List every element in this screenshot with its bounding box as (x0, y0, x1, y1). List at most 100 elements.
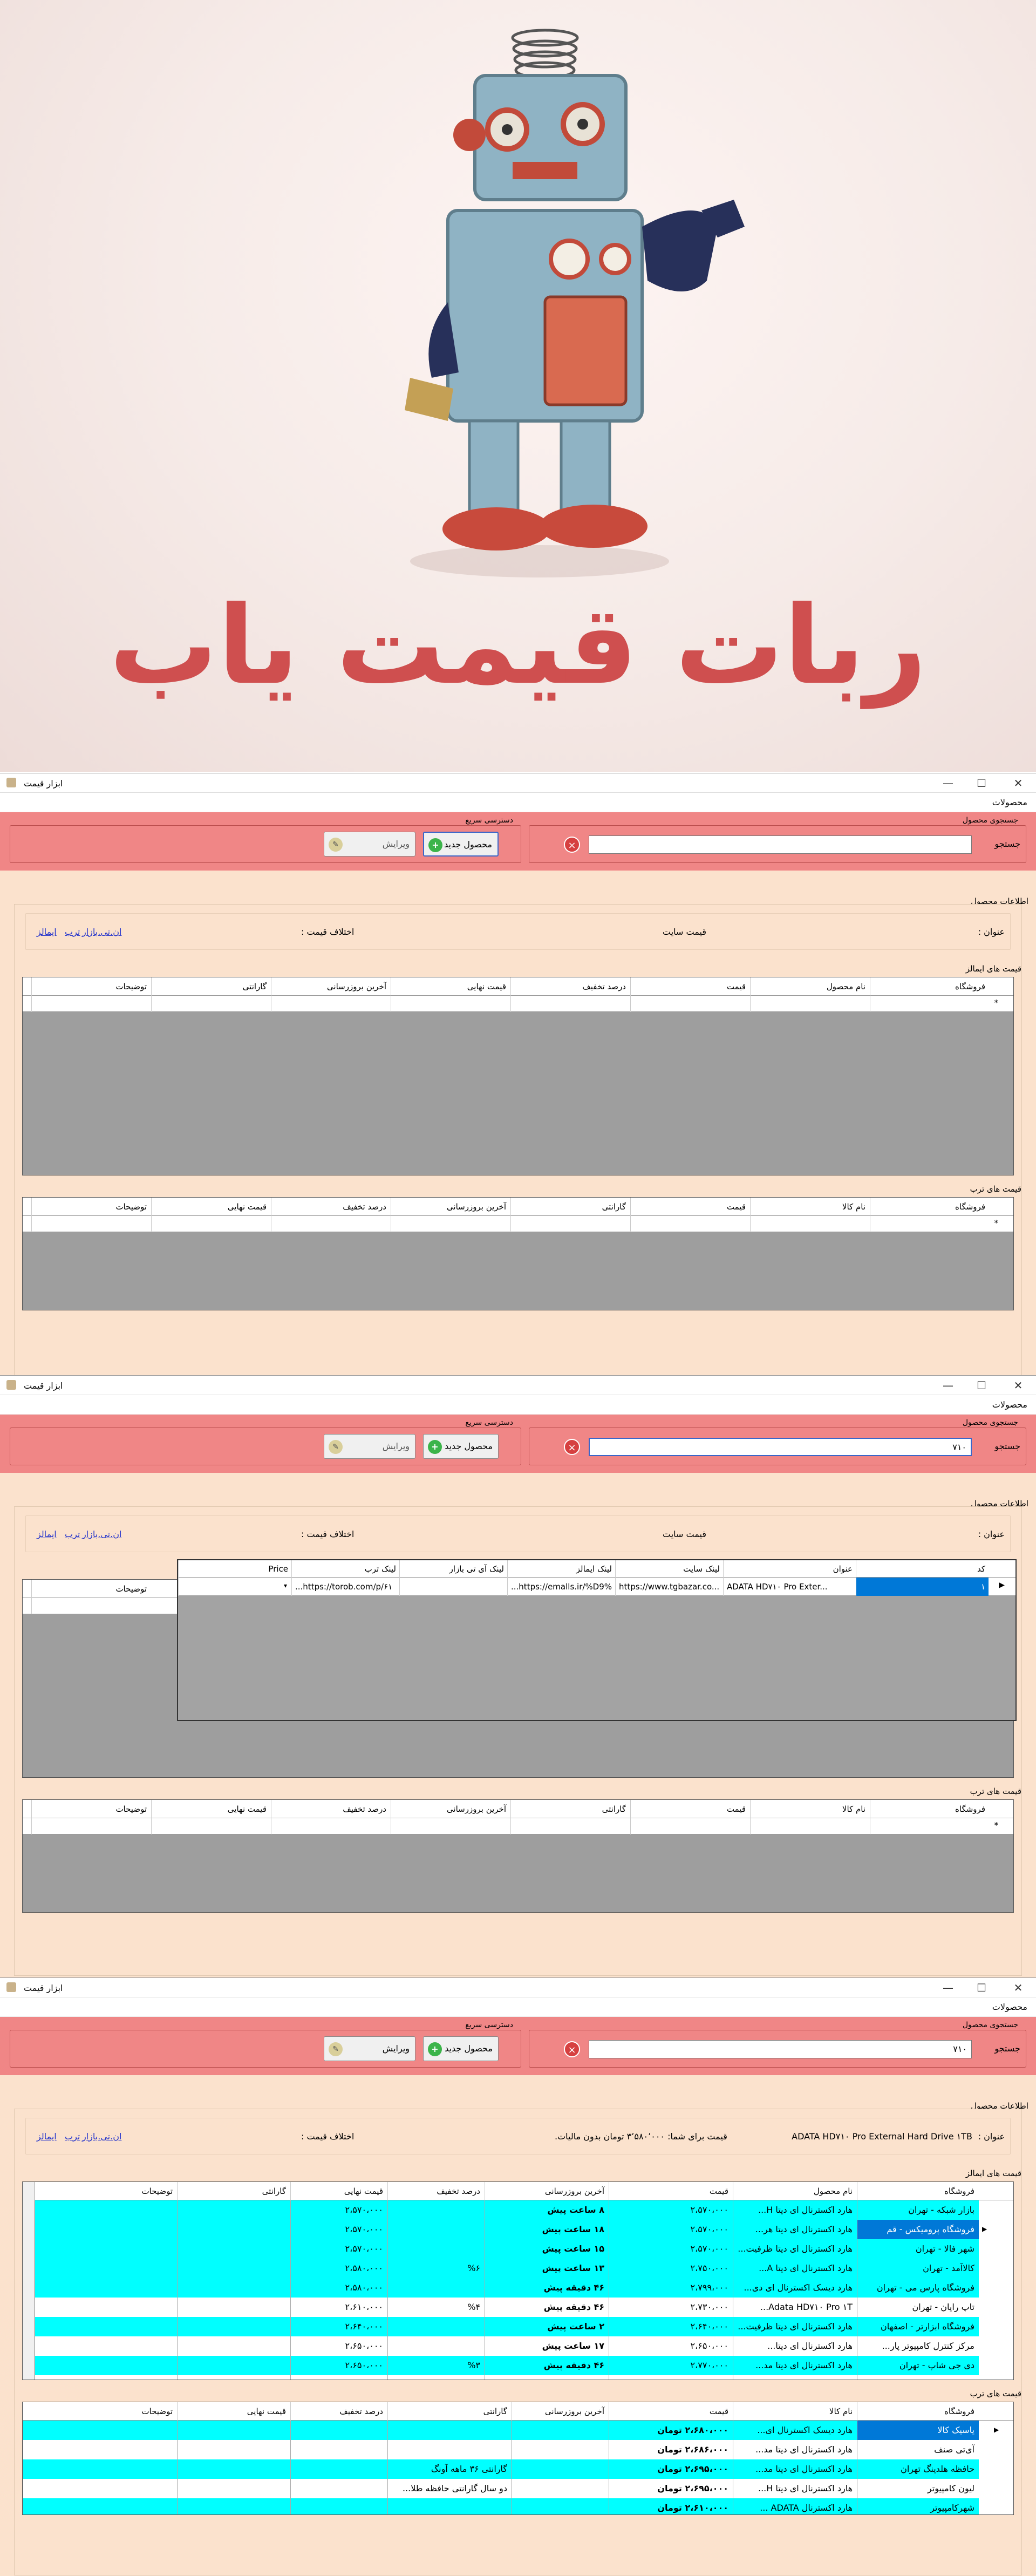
table-cell[interactable]: ۲،۶۴۰،۰۰۰ (609, 2317, 733, 2336)
link-emalls[interactable]: ایمالز (37, 2131, 57, 2142)
table-cell[interactable] (35, 2200, 177, 2220)
popup-row[interactable]: ▶ ۱ ADATA HD۷۱۰ Pro Exter... https://www… (178, 1578, 1015, 1596)
table-cell[interactable] (387, 2440, 512, 2459)
table-row[interactable]: تاپ رایان - تهران Adata HD۷۱۰ Pro ۱T... ۲،… (35, 2298, 993, 2317)
col-store[interactable]: فروشگاه (870, 1198, 990, 1216)
table-cell[interactable] (512, 2479, 609, 2498)
table-cell[interactable]: ۸ ساعت پیش (485, 2200, 609, 2220)
new-product-button[interactable]: محصول جدید + (423, 832, 499, 857)
table-cell[interactable] (35, 2278, 177, 2298)
torob-grid[interactable]: فروشگاه نام کالا قیمت گارانتی آخرین بروز… (22, 1799, 1014, 1913)
col-price[interactable]: قیمت (609, 2182, 733, 2200)
minimize-icon[interactable]: — (936, 776, 960, 791)
col-warranty[interactable]: گارانتی (510, 1800, 630, 1818)
link-torob[interactable]: ترب (65, 1529, 80, 1539)
col-description[interactable]: توضیحات (31, 1580, 151, 1598)
table-cell[interactable] (177, 2278, 290, 2298)
table-cell[interactable] (35, 2356, 177, 2375)
table-cell[interactable]: هارد دیسک اکسترنال ای دی... (733, 2278, 857, 2298)
table-cell[interactable] (387, 2375, 485, 2380)
col-store[interactable]: فروشگاه (857, 2402, 979, 2421)
table-cell[interactable] (387, 2336, 485, 2356)
maximize-icon[interactable]: ☐ (969, 1980, 994, 1995)
col-torob-link[interactable]: لینک ترب (291, 1560, 399, 1578)
maximize-icon[interactable]: ☐ (969, 1378, 994, 1393)
col-final-price[interactable]: قیمت نهایی (151, 1800, 271, 1818)
col-last-update[interactable]: آخرین بروزرسانی (271, 977, 391, 996)
table-row[interactable]: ۲،۶۹۵،۰۰۰...۲،۶۹۵،۰۰۰ (35, 2375, 993, 2380)
table-cell[interactable] (387, 2220, 485, 2239)
table-cell[interactable]: هارد اکسترنال ای دیتا... (733, 2336, 857, 2356)
table-cell[interactable] (512, 2440, 609, 2459)
table-cell[interactable]: ۴۶ دقیقه پیش (485, 2298, 609, 2317)
table-cell[interactable]: ۱۸ ساعت پیش (485, 2220, 609, 2239)
table-cell[interactable]: هارد اکسترنال ای دیتا هر... (733, 2220, 857, 2239)
edit-button[interactable]: ویرایش ✎ (324, 2036, 415, 2061)
col-store[interactable]: فروشگاه (870, 1800, 990, 1818)
table-cell[interactable]: شهر فالا - تهران (857, 2239, 979, 2259)
table-cell[interactable]: فروشگاه پرومیکس - قم (857, 2220, 979, 2239)
col-description[interactable]: توضیحات (31, 1800, 151, 1818)
table-cell[interactable] (35, 2336, 177, 2356)
link-emalls[interactable]: ایمالز (37, 1529, 57, 1539)
cell-price[interactable] (178, 1578, 291, 1596)
table-cell[interactable] (23, 2498, 177, 2514)
cell-code[interactable]: ۱ (856, 1578, 989, 1596)
col-emalls-link[interactable]: لینک ایمالز (507, 1560, 615, 1578)
clear-search-icon[interactable]: × (564, 1439, 580, 1455)
new-row[interactable]: * (23, 1216, 1013, 1232)
table-row[interactable]: حافظه هلدینگ تهران هارد اکسترنال ای دیتا … (23, 2459, 1013, 2479)
table-cell[interactable] (177, 2375, 290, 2380)
table-cell[interactable]: هارد اکسترنال ای دیتا A... (733, 2259, 857, 2278)
table-cell[interactable] (290, 2459, 387, 2479)
table-cell[interactable]: دی جی شاپ - تهران (857, 2356, 979, 2375)
table-cell[interactable]: ۲،۵۸۰،۰۰۰ (290, 2278, 387, 2298)
clear-search-icon[interactable]: × (564, 2041, 580, 2057)
col-discount[interactable]: درصد تخفیف (387, 2182, 485, 2200)
table-cell[interactable]: ۲،۶۱۰،۰۰۰ تومان (609, 2498, 733, 2514)
table-cell[interactable]: لیون کامپیوتر (857, 2479, 979, 2498)
table-cell[interactable]: ۱۷ ساعت پیش (485, 2336, 609, 2356)
table-row[interactable]: مرکز کنترل کامپیوتر پار... هارد اکسترنال … (35, 2336, 993, 2356)
table-cell[interactable] (23, 2421, 177, 2440)
table-cell[interactable] (177, 2317, 290, 2336)
table-cell[interactable] (387, 2421, 512, 2440)
col-discount[interactable]: درصد تخفیف (510, 977, 630, 996)
table-row[interactable]: فروشگاه ابزارتر - اصفهان هارد اکسترنال ای… (35, 2317, 993, 2336)
table-cell[interactable] (387, 2239, 485, 2259)
col-description[interactable]: توضیحات (35, 2182, 177, 2200)
table-cell[interactable] (177, 2298, 290, 2317)
col-final-price[interactable]: قیمت نهایی (177, 2402, 290, 2421)
col-final-price[interactable]: قیمت نهایی (151, 1198, 271, 1216)
table-cell[interactable] (35, 2317, 177, 2336)
table-row[interactable]: شهر فالا - تهران هارد اکسترنال ای دیتا ظر… (35, 2239, 993, 2259)
table-row[interactable]: آی‌تی صنف هارد اکسترنال ای دیتا مد... ۲،۶۸… (23, 2440, 1013, 2459)
torob-grid[interactable]: فروشگاه نام کالا قیمت آخرین بروزرسانی گا… (22, 2402, 1014, 2515)
table-cell[interactable]: فروشگاه پارس می - تهران (857, 2278, 979, 2298)
table-cell[interactable]: هارد دیسک اکسترنال ای... (733, 2421, 857, 2440)
table-cell[interactable]: هارد اکسترنال ای دیتا مد... (733, 2459, 857, 2479)
table-cell[interactable]: ۲،۶۹۵،۰۰۰ تومان (609, 2479, 733, 2498)
table-cell[interactable]: ۲ ساعت پیش (485, 2317, 609, 2336)
search-input[interactable] (589, 835, 972, 854)
col-last-update[interactable]: آخرین بروزرسانی (485, 2182, 609, 2200)
col-itbazar-link[interactable]: لینک آی تی بازار (399, 1560, 507, 1578)
table-cell[interactable] (23, 2440, 177, 2459)
col-price[interactable]: قیمت (609, 2402, 733, 2421)
col-warranty[interactable]: گارانتی (510, 1198, 630, 1216)
table-row[interactable]: لیون کامپیوتر هارد اکسترنال ای دیتا H... ۲… (23, 2479, 1013, 2498)
table-row[interactable]: ▶ فروشگاه پرومیکس - قم هارد اکسترنال ای دی… (35, 2220, 993, 2239)
table-row[interactable]: بازار شبکه - تهران هارد اکسترنال ای دیتا … (35, 2200, 993, 2220)
table-cell[interactable] (177, 2336, 290, 2356)
table-cell[interactable]: ۲،۶۱۰،۰۰۰ (290, 2298, 387, 2317)
link-itbazar[interactable]: ان.تی.بازار (82, 927, 121, 937)
search-input[interactable]: ۷۱۰ (589, 2040, 972, 2058)
table-cell[interactable]: ۲،۷۹۹،۰۰۰ (609, 2278, 733, 2298)
link-torob[interactable]: ترب (65, 2131, 80, 2142)
table-cell[interactable]: ۲،۵۷۰،۰۰۰ (290, 2239, 387, 2259)
table-cell[interactable] (35, 2259, 177, 2278)
table-cell[interactable] (733, 2375, 857, 2380)
table-cell[interactable]: فروشگاه ابزارتر - اصفهان (857, 2317, 979, 2336)
table-cell[interactable]: %۴ (387, 2298, 485, 2317)
table-cell[interactable]: ۲،۶۹۵،۰۰۰ تومان (609, 2459, 733, 2479)
